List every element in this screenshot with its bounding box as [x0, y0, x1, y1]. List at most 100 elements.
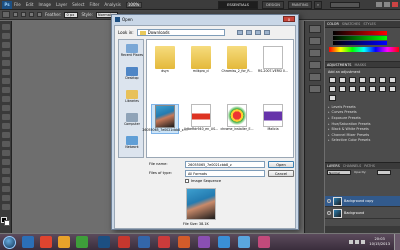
taskbar-clock[interactable]: 20:03 10/15/2013 — [369, 237, 390, 247]
color-swatches[interactable] — [0, 217, 11, 227]
layer-background-copy[interactable]: Background copy — [325, 196, 400, 207]
up-folder-icon[interactable] — [246, 30, 252, 35]
levels-icon[interactable] — [339, 77, 346, 83]
eraser-tool-icon[interactable] — [1, 114, 10, 120]
color-spectrum[interactable] — [329, 47, 399, 52]
word-taskbar-icon[interactable] — [138, 236, 150, 248]
file-name-input[interactable]: 26055065_7e0021cbb8_z — [185, 161, 265, 168]
app-taskbar-icon[interactable] — [218, 236, 230, 248]
photoshop-taskbar-icon[interactable] — [98, 236, 110, 248]
file-item[interactable]: Chromiss_2_for_R... — [221, 46, 253, 74]
background-color-swatch[interactable] — [3, 220, 10, 226]
workspace-painting-button[interactable]: PAINTING — [288, 1, 312, 9]
app-taskbar-icon[interactable] — [178, 236, 190, 248]
chrome-taskbar-icon[interactable] — [76, 236, 88, 248]
flag-tray-icon[interactable] — [361, 240, 365, 244]
file-item[interactable]: milkpro_cl — [187, 46, 215, 74]
close-icon[interactable] — [392, 2, 398, 7]
look-in-select[interactable]: Downloads — [136, 29, 225, 36]
threshold-icon[interactable] — [379, 86, 386, 92]
app-taskbar-icon[interactable] — [158, 236, 170, 248]
hand-tool-icon[interactable] — [1, 195, 10, 201]
workspace-more-icon[interactable]: » — [314, 1, 322, 9]
zoom-tool-icon[interactable] — [1, 204, 10, 210]
posterize-icon[interactable] — [369, 86, 376, 92]
back-icon[interactable] — [237, 30, 243, 35]
place-libraries[interactable]: Libraries — [119, 90, 145, 104]
file-item[interactable]: dsyn — [151, 46, 179, 74]
paragraph-panel-icon[interactable] — [308, 61, 321, 69]
image-sequence-checkbox[interactable] — [185, 179, 189, 183]
green-slider[interactable] — [333, 36, 387, 40]
vibrance-icon[interactable] — [369, 77, 376, 83]
dialog-close-button[interactable]: x — [283, 16, 295, 22]
cancel-button[interactable]: Cancel — [268, 170, 294, 177]
move-tool-icon[interactable] — [1, 24, 10, 30]
path-selection-tool-icon[interactable] — [1, 168, 10, 174]
blue-slider[interactable] — [333, 41, 387, 45]
image-sequence-option[interactable]: Image Sequence — [185, 179, 221, 183]
app-taskbar-icon[interactable] — [198, 236, 210, 248]
place-computer[interactable]: Computer — [119, 113, 145, 127]
app-taskbar-icon[interactable] — [238, 236, 250, 248]
new-folder-icon[interactable] — [255, 30, 261, 35]
crop-tool-icon[interactable] — [1, 60, 10, 66]
clone-source-panel-icon[interactable] — [308, 85, 321, 93]
tab-adjustments[interactable]: ADJUSTMENTS — [327, 63, 351, 67]
tab-channels[interactable]: CHANNELS — [343, 164, 362, 168]
menu-analysis[interactable]: Analysis — [104, 2, 120, 7]
channel-mixer-icon[interactable] — [349, 86, 356, 92]
place-desktop[interactable]: Desktop — [119, 67, 145, 81]
color-balance-icon[interactable] — [389, 77, 396, 83]
preset-selective-color[interactable]: Selective Color Presets — [328, 138, 400, 144]
file-item[interactable]: RS-2007-VERSI 0... — [258, 46, 288, 74]
menu-select[interactable]: Select — [72, 2, 84, 7]
app-taskbar-icon[interactable] — [258, 236, 270, 248]
add-to-selection-icon[interactable] — [21, 12, 26, 17]
menu-filter[interactable]: Filter — [89, 2, 99, 7]
gradient-map-icon[interactable] — [389, 86, 396, 92]
tab-layers[interactable]: LAYERS — [327, 164, 340, 168]
layer-background[interactable]: Background — [325, 208, 400, 219]
subtract-selection-icon[interactable] — [29, 12, 34, 17]
file-item-selected[interactable]: 26055065_7e0021cbb8_z-... — [142, 104, 188, 134]
eye-icon[interactable] — [327, 199, 331, 203]
start-button[interactable] — [3, 236, 16, 249]
gradient-tool-icon[interactable] — [1, 123, 10, 129]
workspace-essentials-button[interactable]: ESSENTIALS — [218, 1, 258, 9]
menu-layer[interactable]: Layer — [56, 2, 67, 7]
firefox-taskbar-icon[interactable] — [58, 236, 70, 248]
eye-icon[interactable] — [327, 211, 331, 215]
tab-swatches[interactable]: SWATCHES — [342, 22, 360, 26]
file-item[interactable]: chrome_installer_E... — [220, 104, 254, 132]
menu-edit[interactable]: Edit — [26, 2, 34, 7]
minimize-icon[interactable] — [376, 2, 382, 7]
selective-color-icon[interactable] — [329, 95, 336, 101]
healing-brush-tool-icon[interactable] — [1, 78, 10, 84]
character-panel-icon[interactable] — [308, 49, 321, 57]
photo-filter-icon[interactable] — [339, 86, 346, 92]
view-menu-icon[interactable] — [264, 30, 270, 35]
actions-panel-icon[interactable] — [308, 37, 321, 45]
tab-paths[interactable]: PATHS — [364, 164, 375, 168]
cs-live-search[interactable] — [330, 2, 360, 8]
brightness-contrast-icon[interactable] — [329, 77, 336, 83]
menu-image[interactable]: Image — [38, 2, 51, 7]
open-button[interactable]: Open — [268, 161, 294, 168]
dodge-tool-icon[interactable] — [1, 141, 10, 147]
acrobat-taskbar-icon[interactable] — [118, 236, 130, 248]
place-network[interactable]: Network — [119, 136, 145, 150]
marquee-tool-icon[interactable] — [1, 33, 10, 39]
opacity-input[interactable] — [377, 170, 391, 175]
new-selection-icon[interactable] — [13, 12, 18, 17]
tab-styles[interactable]: STYLES — [363, 22, 375, 26]
red-slider[interactable] — [333, 31, 387, 35]
3d-tool-icon[interactable] — [1, 186, 10, 192]
intersect-selection-icon[interactable] — [37, 12, 42, 17]
black-white-icon[interactable] — [329, 86, 336, 92]
shape-tool-icon[interactable] — [1, 177, 10, 183]
eyedropper-tool-icon[interactable] — [1, 69, 10, 75]
curves-icon[interactable] — [349, 77, 356, 83]
blur-tool-icon[interactable] — [1, 132, 10, 138]
feather-input[interactable]: 0 px — [64, 11, 79, 18]
